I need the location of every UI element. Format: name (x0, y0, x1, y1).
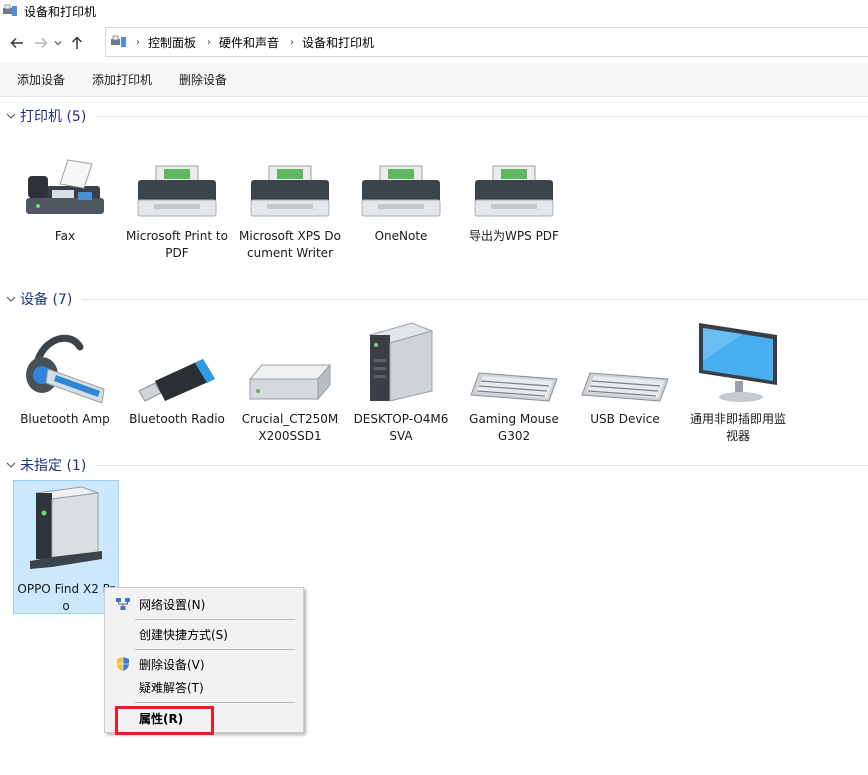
title-bar: 设备和打印机 (0, 0, 868, 22)
device-label: DESKTOP-O4M6SVA (353, 412, 449, 443)
forward-arrow-icon (35, 37, 48, 48)
device-item-usb-device[interactable]: USB Device (572, 313, 678, 428)
chevron-down-icon (6, 113, 16, 119)
device-label: Crucial_CT250MX200SSD1 (241, 412, 339, 443)
device-label: Fax (54, 229, 76, 243)
breadcrumb-separator: › (207, 36, 212, 48)
device-item-wps-pdf[interactable]: 导出为WPS PDF (461, 130, 567, 245)
menu-item-network-settings[interactable]: 网络设置(N) (105, 593, 303, 615)
computer-tower-icon (368, 322, 434, 402)
back-arrow-icon (10, 37, 23, 48)
menu-item-remove-device[interactable]: 删除设备(V) (105, 653, 303, 675)
menu-item-label: 疑难解答(T) (139, 680, 204, 695)
device-label: 通用非即插即用监视器 (689, 412, 786, 443)
recent-locations-button[interactable] (52, 32, 64, 54)
device-item-gaming-mouse[interactable]: Gaming Mouse G302 (461, 313, 567, 445)
menu-item-label: 网络设置(N) (139, 597, 206, 612)
command-bar: 添加设备 添加打印机 删除设备 (0, 63, 868, 97)
menu-separator (135, 702, 295, 703)
device-label: Microsoft XPS Document Writer (239, 229, 341, 260)
group-header-printers[interactable]: 打印机 (5) (0, 105, 868, 127)
device-item-onenote[interactable]: OneNote (348, 130, 454, 245)
up-arrow-icon (72, 36, 82, 49)
menu-item-create-shortcut[interactable]: 创建快捷方式(S) (105, 623, 303, 645)
device-item-ms-print-pdf[interactable]: Microsoft Print to PDF (124, 130, 230, 262)
window-title: 设备和打印机 (24, 4, 97, 19)
group-divider (96, 464, 868, 466)
control-panel-icon (111, 35, 126, 47)
group-divider (96, 115, 868, 117)
headset-icon (26, 334, 105, 403)
device-item-bluetooth-radio[interactable]: Bluetooth Radio (124, 313, 230, 428)
device-label: OneNote (374, 229, 428, 243)
usb-dongle-icon (138, 359, 215, 402)
add-device-button[interactable]: 添加设备 (0, 71, 80, 88)
up-button[interactable] (66, 32, 88, 54)
group-header-devices[interactable]: 设备 (7) (0, 288, 868, 310)
device-label: OPPO Find X2 Pro (17, 582, 115, 613)
breadcrumb-separator: › (290, 36, 295, 48)
device-item-ms-xps-writer[interactable]: Microsoft XPS Document Writer (237, 130, 343, 262)
menu-item-label: 删除设备(V) (139, 657, 205, 672)
group-title: 打印机 (5) (20, 109, 87, 125)
menu-item-troubleshoot[interactable]: 疑难解答(T) (105, 676, 303, 698)
chevron-down-icon (54, 40, 62, 45)
printer-icon (361, 165, 441, 217)
menu-separator (135, 619, 295, 620)
address-bar[interactable]: › 控制面板 › 硬件和声音 › 设备和打印机 (105, 27, 868, 57)
device-item-desktop[interactable]: DESKTOP-O4M6SVA (348, 313, 454, 445)
printer-icon (474, 165, 554, 217)
device-label: 导出为WPS PDF (469, 229, 559, 243)
breadcrumb-separator: › (136, 36, 140, 48)
printer-icon (250, 165, 330, 217)
uac-shield-icon (117, 657, 129, 671)
device-item-generic-monitor[interactable]: 通用非即插即用监视器 (685, 313, 791, 445)
device-label: Bluetooth Amp (20, 412, 110, 426)
printer-icon (137, 165, 217, 217)
menu-separator (135, 649, 295, 650)
breadcrumb-hardware-sound[interactable]: 硬件和声音 (219, 34, 279, 51)
device-label: USB Device (590, 412, 660, 426)
forward-button[interactable] (30, 32, 52, 54)
breadcrumb-devices-printers[interactable]: 设备和打印机 (302, 34, 374, 51)
breadcrumb-control-panel[interactable]: 控制面板 (148, 34, 196, 51)
devices-printers-icon (3, 4, 17, 16)
chevron-down-icon (6, 296, 16, 302)
fax-icon (26, 159, 104, 214)
chevron-down-icon (6, 462, 16, 468)
monitor-icon (699, 323, 777, 402)
drive-icon (248, 363, 332, 401)
navigation-bar: › 控制面板 › 硬件和声音 › 设备和打印机 (0, 27, 868, 58)
keyboard-icon (581, 372, 669, 402)
back-button[interactable] (6, 32, 28, 54)
keyboard-icon (470, 372, 558, 402)
generic-device-icon (30, 486, 102, 569)
device-label: Microsoft Print to PDF (126, 229, 228, 260)
device-label: Bluetooth Radio (129, 412, 225, 426)
group-divider (82, 298, 868, 300)
remove-device-button[interactable]: 删除设备 (179, 71, 242, 88)
group-header-unspecified[interactable]: 未指定 (1) (0, 454, 868, 476)
device-item-fax[interactable]: Fax (12, 130, 118, 245)
add-printer-button[interactable]: 添加打印机 (92, 71, 167, 88)
group-title: 设备 (7) (20, 292, 73, 308)
group-title: 未指定 (1) (20, 458, 87, 474)
menu-item-label: 创建快捷方式(S) (139, 627, 228, 642)
device-item-bluetooth-amp[interactable]: Bluetooth Amp (12, 313, 118, 428)
network-icon (116, 598, 130, 610)
device-label: Gaming Mouse G302 (469, 412, 559, 443)
device-item-crucial-ssd[interactable]: Crucial_CT250MX200SSD1 (237, 313, 343, 445)
highlight-annotation (115, 706, 214, 735)
